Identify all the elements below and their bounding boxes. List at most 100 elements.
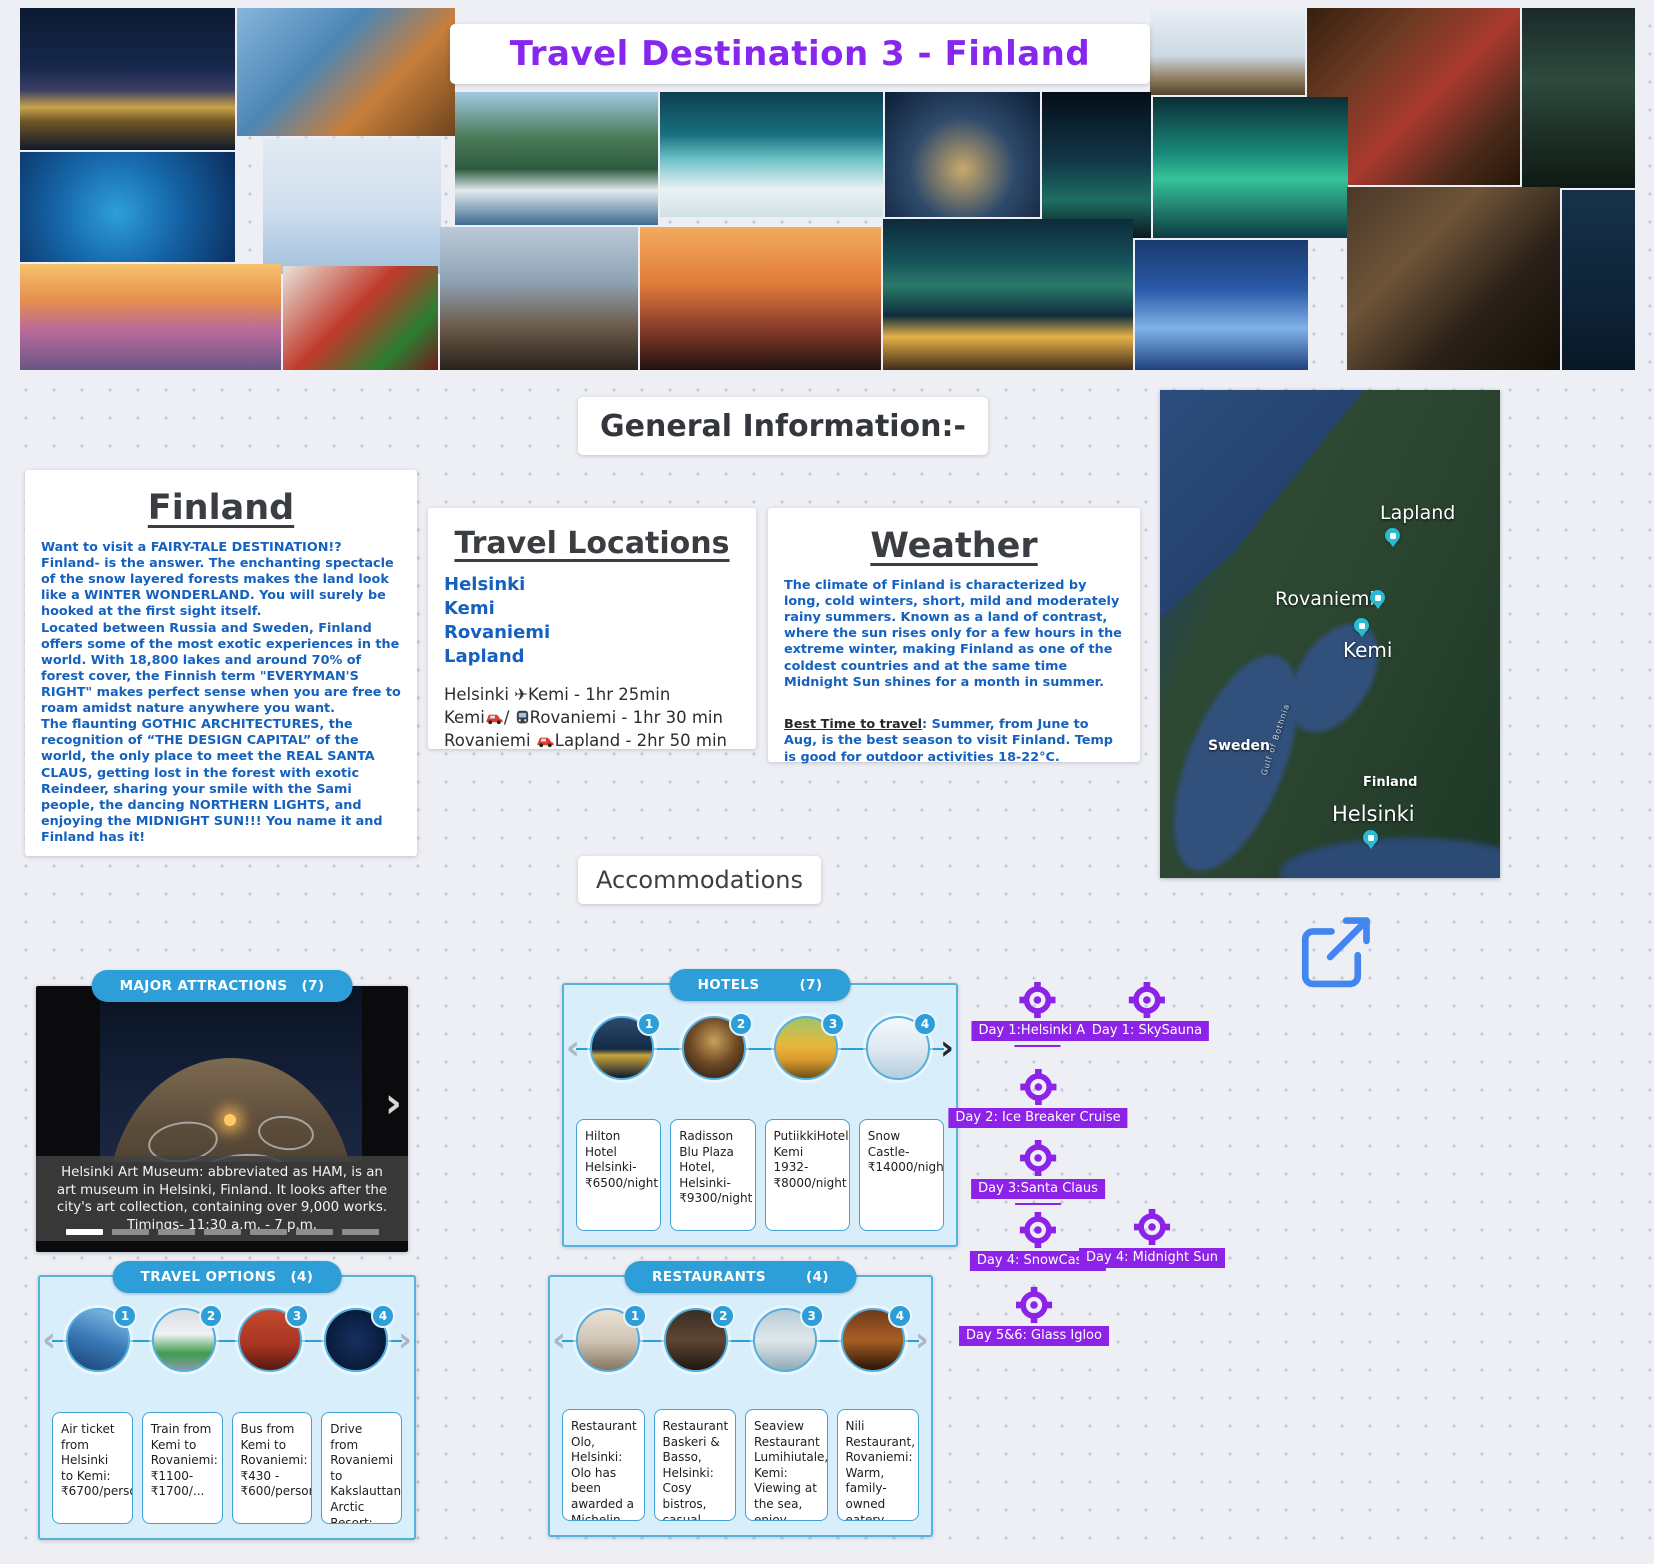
- map-label-finland: Finland: [1363, 775, 1417, 790]
- collage-photo-lake-ship[interactable]: [455, 92, 658, 225]
- collage-photo-aurora-dark[interactable]: [1042, 92, 1151, 238]
- map-pin-icon[interactable]: [1370, 590, 1385, 605]
- collage-photo-blue-pool[interactable]: [20, 152, 235, 262]
- collage-photo-helsinki-street[interactable]: [440, 227, 638, 370]
- travel-option-thumb-1[interactable]: 1: [66, 1308, 130, 1372]
- hotel-item[interactable]: Hilton Hotel Helsinki- ₹6500/night: [576, 1119, 661, 1231]
- hotel-item[interactable]: PutiikkiHotelli Kemi 1932- ₹8000/night: [765, 1119, 850, 1231]
- chevron-right-icon[interactable]: ›: [385, 1082, 402, 1124]
- hotel-thumb-2[interactable]: 2: [682, 1016, 746, 1080]
- restaurant-thumb-2[interactable]: 2: [664, 1308, 728, 1372]
- restaurant-item[interactable]: Seaview Restaurant Lumihiutale, Kemi: Vi…: [745, 1409, 828, 1521]
- collage-photo-sunset-pier[interactable]: [640, 227, 881, 370]
- travel-option-item[interactable]: Drive from Rovaniemi to Kakslauttanen Ar…: [321, 1412, 402, 1524]
- restaurant-item[interactable]: Restaurant Baskeri & Basso, Helsinki: Co…: [654, 1409, 737, 1521]
- collage-photo-snow-skaters[interactable]: [263, 138, 441, 274]
- target-icon: [1019, 1211, 1057, 1249]
- itinerary-marker-day2-ice-breaker-cruise[interactable]: Day 2: Ice Breaker Cruise: [948, 1068, 1127, 1128]
- hotel-item[interactable]: Snow Castle- ₹14000/night: [859, 1119, 944, 1231]
- collage-photo-aurora-cabin[interactable]: [883, 219, 1133, 370]
- finland-satellite-map[interactable]: Lapland Rovaniemi Kemi Sweden Finland He…: [1160, 390, 1500, 878]
- map-pin-icon[interactable]: [1363, 830, 1378, 845]
- hotel-thumb-1[interactable]: 1: [590, 1016, 654, 1080]
- itinerary-marker-day1-skysauna[interactable]: Day 1: SkySauna: [1085, 981, 1209, 1041]
- step-number: 3: [821, 1012, 845, 1036]
- general-info-heading-card[interactable]: General Information:-: [578, 397, 988, 455]
- chevron-right-icon[interactable]: ›: [915, 1323, 929, 1357]
- collage-photo-bookshelf[interactable]: [1522, 8, 1635, 188]
- collage-photo-aurora-tents[interactable]: [660, 92, 883, 217]
- chevron-left-icon[interactable]: ‹: [42, 1323, 56, 1357]
- map-pin-icon[interactable]: [1354, 618, 1369, 633]
- collage-photo-reindeer-sled[interactable]: [1150, 8, 1305, 95]
- carousel-dot[interactable]: [296, 1229, 333, 1235]
- restaurants-card[interactable]: RESTAURANTS (4) 1 2 3 4 Restaurant Olo, …: [548, 1275, 933, 1537]
- external-link-icon[interactable]: [1293, 903, 1377, 997]
- carousel-dot[interactable]: [342, 1229, 379, 1235]
- collage-photo-sami-reindeer[interactable]: [237, 8, 455, 136]
- hotel-thumb-4[interactable]: 4: [866, 1016, 930, 1080]
- restaurant-thumb-3[interactable]: 3: [753, 1308, 817, 1372]
- accommodations-heading-card[interactable]: Accommodations: [578, 856, 821, 904]
- carousel-dot[interactable]: [158, 1229, 195, 1235]
- chevron-left-icon[interactable]: ‹: [552, 1323, 566, 1357]
- chevron-right-icon[interactable]: ›: [940, 1031, 954, 1065]
- restaurant-item[interactable]: Nili Restaurant, Rovaniemi: Warm, family…: [837, 1409, 920, 1521]
- step-number: 4: [888, 1304, 912, 1328]
- travel-options-card[interactable]: TRAVEL OPTIONS (4) 1 2 3 4 Air ticket fr…: [38, 1275, 416, 1540]
- restaurants-badge-label: RESTAURANTS: [652, 1269, 766, 1285]
- collage-photo-dark-edge[interactable]: [1562, 190, 1635, 370]
- day-label-underline: [1015, 1203, 1061, 1205]
- travel-option-thumb-3[interactable]: 3: [238, 1308, 302, 1372]
- collage-photo-ice-castle[interactable]: [1135, 240, 1308, 370]
- travel-options-thumbnails: 1 2 3 4: [66, 1305, 388, 1375]
- restaurant-item[interactable]: Restaurant Olo, Helsinki: Olo has been a…: [562, 1409, 645, 1521]
- carousel-dot[interactable]: [250, 1229, 287, 1235]
- collage-photo-winter-couple[interactable]: [283, 266, 438, 370]
- collage-photo-palace-night[interactable]: [20, 8, 235, 150]
- attraction-photo-helsinki-art-museum[interactable]: [100, 986, 362, 1162]
- travel-locations-card[interactable]: Travel Locations Helsinki Kemi Rovaniemi…: [428, 508, 756, 749]
- weather-paragraph: The climate of Finland is characterized …: [784, 578, 1124, 691]
- carousel-dot[interactable]: [204, 1229, 241, 1235]
- day-label: Day 2: Ice Breaker Cruise: [948, 1108, 1127, 1128]
- restaurant-thumb-1[interactable]: 1: [576, 1308, 640, 1372]
- travel-options-badge-count: (4): [290, 1269, 313, 1285]
- travel-option-item[interactable]: Bus from Kemi to Rovaniemi: ₹430 - ₹600/…: [232, 1412, 313, 1524]
- map-label-lapland: Lapland: [1380, 502, 1455, 524]
- weather-card[interactable]: Weather The climate of Finland is charac…: [768, 508, 1140, 762]
- step-number: 2: [199, 1304, 223, 1328]
- major-attractions-badge-count: (7): [301, 978, 324, 994]
- travel-option-item[interactable]: Train from Kemi to Rovaniemi: ₹1100-₹170…: [142, 1412, 223, 1524]
- travel-option-thumb-4[interactable]: 4: [324, 1308, 388, 1372]
- board-title-card[interactable]: Travel Destination 3 - Finland: [450, 24, 1150, 84]
- major-attractions-card[interactable]: MAJOR ATTRACTIONS (7) Helsinki Art Museu…: [36, 986, 408, 1252]
- carousel-dot[interactable]: [112, 1229, 149, 1235]
- collage-photo-aurora-forest[interactable]: [1153, 97, 1348, 238]
- collage-photo-food-dish[interactable]: [1347, 187, 1560, 370]
- travel-option-item[interactable]: Air ticket from Helsinki to Kemi: ₹6700/…: [52, 1412, 133, 1524]
- carousel-dot[interactable]: [66, 1229, 103, 1235]
- travel-option-thumb-2[interactable]: 2: [152, 1308, 216, 1372]
- map-gulf-of-finland: [1280, 838, 1500, 878]
- day-label: Day 3:Santa Claus: [971, 1179, 1105, 1199]
- hotel-thumb-3[interactable]: 3: [774, 1016, 838, 1080]
- chevron-right-icon[interactable]: ›: [398, 1323, 412, 1357]
- chevron-left-icon[interactable]: ‹: [566, 1031, 580, 1065]
- finland-description-card[interactable]: Finland Want to visit a FAIRY-TALE DESTI…: [25, 470, 417, 856]
- itinerary-marker-day3-santa-claus[interactable]: Day 3:Santa Claus: [971, 1139, 1105, 1205]
- restaurants-thumbnails: 1 2 3 4: [576, 1305, 905, 1375]
- map-label-rovaniemi: Rovaniemi: [1275, 588, 1375, 610]
- itinerary-marker-day1-helsinki-art[interactable]: Day 1:Helsinki Art: [971, 981, 1102, 1047]
- collage-photo-glass-igloo[interactable]: [885, 92, 1040, 217]
- hotel-item[interactable]: Radisson Blu Plaza Hotel, Helsinki- ₹930…: [670, 1119, 755, 1231]
- restaurant-thumb-4[interactable]: 4: [841, 1308, 905, 1372]
- location-rovaniemi: Rovaniemi: [444, 621, 740, 645]
- collage-photo-ice-sunset[interactable]: [20, 264, 281, 370]
- itinerary-marker-day4-midnight-sun[interactable]: Day 4: Midnight Sun: [1079, 1208, 1225, 1268]
- map-pin-icon[interactable]: [1385, 528, 1400, 543]
- day-label: Day 1:Helsinki Art: [971, 1021, 1102, 1041]
- canvas-board: Travel Destination 3 - Finland General I…: [0, 0, 1654, 1564]
- itinerary-marker-day5-6-glass-igloo[interactable]: Day 5&6: Glass Igloo: [959, 1286, 1109, 1346]
- hotels-card[interactable]: HOTELS (7) 1 2 3 4 Hilton Hotel Helsinki…: [562, 983, 958, 1247]
